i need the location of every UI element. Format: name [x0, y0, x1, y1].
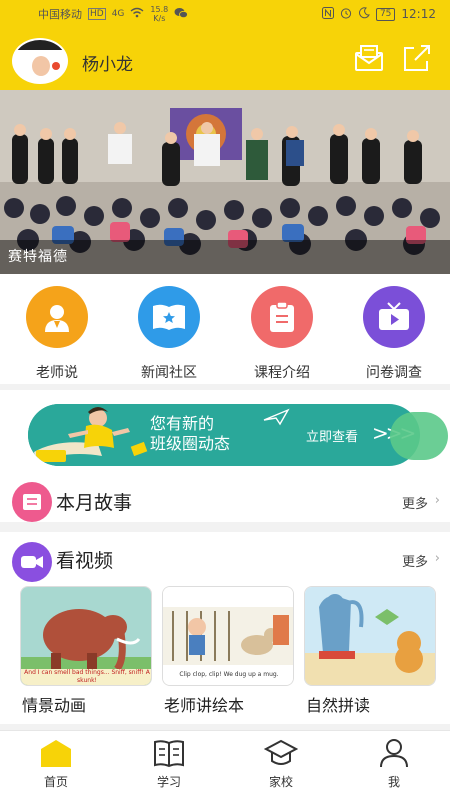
monthly-story-more-button[interactable]: 更多: [402, 493, 428, 512]
nav-home-label: 首页: [43, 775, 68, 789]
share-icon[interactable]: [402, 44, 432, 72]
video-camera-icon: [12, 542, 52, 582]
tv-icon: [363, 286, 425, 348]
video-label-natural-phonics: 自然拼读: [306, 696, 371, 715]
video-more-button[interactable]: 更多: [402, 551, 428, 570]
avatar[interactable]: [12, 38, 68, 84]
video-card-scene-animation[interactable]: And I can smell bad things... Sniff, sni…: [20, 586, 152, 686]
book-icon: [154, 740, 184, 768]
alarm-icon: [340, 7, 352, 22]
nav-study-label: 学习: [156, 775, 181, 789]
person-icon: [380, 739, 408, 768]
chevron-right-icon: ›: [434, 551, 440, 566]
clock: 12:12: [401, 7, 436, 21]
video-card-teacher-picture-book[interactable]: Clip clop, clip! We dug up a mug.: [162, 586, 294, 686]
do-not-disturb-icon: [358, 6, 370, 22]
nav-me-label: 我: [387, 775, 400, 789]
teacher-says-button[interactable]: 老师说: [7, 286, 107, 381]
view-now-link[interactable]: 立即查看: [306, 426, 358, 445]
wechat-icon: [174, 7, 189, 22]
news-community-button[interactable]: 新闻社区: [119, 286, 219, 381]
status-bar: 中国移动 HD 4G 15.8 K/s 75 12:12: [0, 0, 450, 28]
class-circle-notice-card[interactable]: 您有新的 班级圈动态 立即查看 >>>: [28, 404, 420, 466]
home-icon: [41, 740, 71, 767]
video-label-teacher-picture-book: 老师讲绘本: [164, 696, 245, 715]
video-label-scene-animation: 情景动画: [22, 696, 87, 715]
notice-section: 您有新的 班级圈动态 立即查看 >>>: [0, 390, 450, 482]
monthly-story-title: 本月故事: [56, 492, 133, 514]
monthly-story-section: 本月故事 更多 ›: [0, 482, 450, 522]
survey-button[interactable]: 问卷调查: [344, 286, 444, 381]
video-thumbnail: [305, 587, 435, 685]
course-intro-button[interactable]: 课程介绍: [232, 286, 332, 381]
paper-plane-icon: [263, 408, 290, 426]
user-name[interactable]: 杨小龙: [82, 50, 133, 75]
video-card-natural-phonics[interactable]: [304, 586, 436, 686]
course-intro-label: 课程介绍: [254, 365, 310, 381]
hd-badge: HD: [88, 8, 106, 20]
notice-line-2: 班级圈动态: [150, 434, 231, 453]
network-type: 4G: [111, 9, 125, 19]
survey-label: 问卷调查: [366, 365, 422, 381]
nfc-icon: [321, 6, 334, 22]
clipboard-icon: [251, 286, 313, 348]
quick-menu: 老师说 新闻社区 课程介绍 问卷调查: [0, 274, 450, 384]
carrier-text: 中国移动: [38, 8, 82, 21]
network-speed-unit: K/s: [153, 14, 166, 23]
floating-assist-ball[interactable]: [390, 412, 448, 460]
nav-home[interactable]: 首页: [16, 737, 96, 797]
network-speed: 15.8 K/s: [150, 5, 168, 23]
chevron-right-icon: ›: [434, 493, 440, 508]
notice-text: 您有新的 班级圈动态: [150, 414, 230, 454]
graduation-cap-icon: [264, 739, 298, 765]
nav-home-school[interactable]: 家校: [241, 737, 321, 797]
news-community-label: 新闻社区: [141, 365, 197, 381]
battery-indicator: 75: [375, 7, 396, 21]
teacher-icon: [26, 286, 88, 348]
nav-study[interactable]: 学习: [129, 737, 209, 797]
bottom-navigation: 首页 学习 家校 我: [0, 730, 450, 800]
open-book-star-icon: [138, 286, 200, 348]
network-speed-value: 15.8: [150, 5, 169, 14]
profile-header: 杨小龙: [0, 28, 450, 90]
banner-carousel[interactable]: 赛特福德: [0, 90, 450, 274]
banner-caption: 赛特福德: [0, 240, 450, 274]
video-section-title: 看视频: [56, 550, 114, 572]
nav-home-school-label: 家校: [268, 775, 293, 789]
notice-illustration: [28, 404, 148, 466]
message-icon[interactable]: [354, 44, 384, 72]
video-caption-1: And I can smell bad things... Sniff, sni…: [24, 669, 150, 684]
video-caption-2: Clip clop, clip! We dug up a mug.: [179, 671, 279, 678]
notice-line-1: 您有新的: [150, 414, 215, 433]
teacher-says-label: 老师说: [36, 365, 78, 381]
wifi-icon: [130, 7, 144, 21]
story-book-icon: [12, 482, 52, 522]
nav-me[interactable]: 我: [354, 737, 434, 797]
